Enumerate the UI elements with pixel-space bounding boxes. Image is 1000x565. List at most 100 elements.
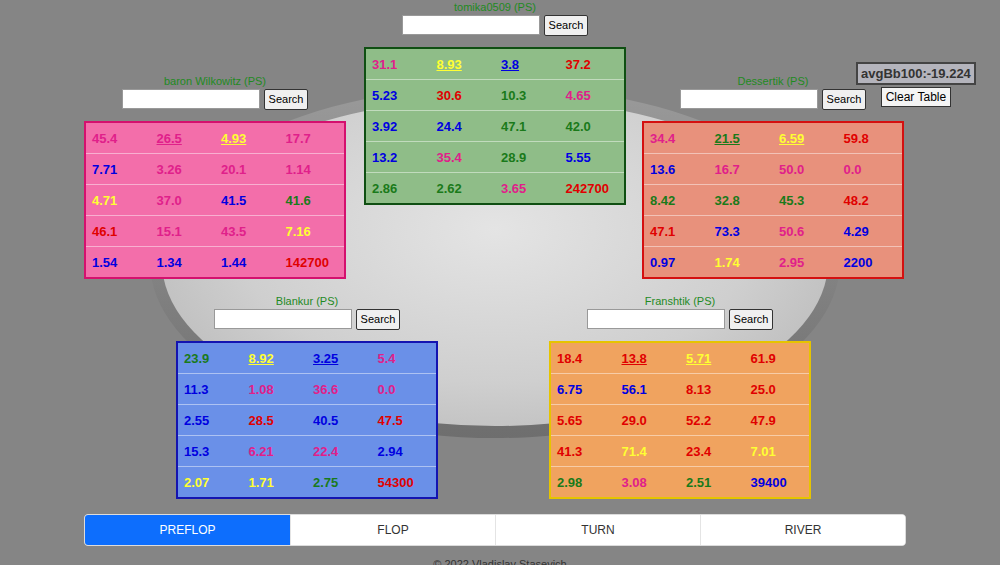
stat-value: 10.3 (495, 88, 560, 103)
stat-value: 11.3 (178, 382, 243, 397)
stat-value: 26.5 (151, 131, 216, 146)
stats-row: 2.5528.540.547.5 (178, 404, 436, 435)
stat-value: 54300 (372, 475, 437, 490)
search-input[interactable] (402, 15, 540, 35)
stat-value: 2.51 (680, 475, 745, 490)
stats-row: 41.371.423.47.01 (551, 435, 809, 466)
stat-value: 3.8 (495, 57, 560, 72)
stat-value: 37.2 (560, 57, 625, 72)
stat-value: 23.4 (680, 444, 745, 459)
search-button[interactable]: Search (356, 309, 401, 330)
stat-value: 3.08 (616, 475, 681, 490)
stat-value: 3.26 (151, 162, 216, 177)
stat-value: 2.98 (551, 475, 616, 490)
stat-value: 22.4 (307, 444, 372, 459)
stat-value: 46.1 (86, 224, 151, 239)
street-tab[interactable]: PREFLOP (85, 515, 290, 545)
player-name: Blankur (PS) (276, 294, 338, 308)
search-input[interactable] (214, 309, 352, 329)
search-button[interactable]: Search (544, 15, 589, 36)
stat-value: 3.25 (307, 351, 372, 366)
stat-value: 31.1 (366, 57, 431, 72)
stat-value: 15.3 (178, 444, 243, 459)
stats-row: 18.413.85.7161.9 (551, 343, 809, 373)
stat-value: 1.14 (280, 162, 345, 177)
stat-value: 45.3 (773, 193, 838, 208)
stat-value: 4.65 (560, 88, 625, 103)
stat-value: 242700 (560, 181, 625, 196)
stat-value: 23.9 (178, 351, 243, 366)
stat-value: 5.23 (366, 88, 431, 103)
stat-value: 8.93 (431, 57, 496, 72)
street-tab[interactable]: TURN (495, 515, 700, 545)
clear-table-button[interactable]: Clear Table (881, 87, 951, 107)
search-row: Search (587, 308, 774, 330)
stat-value: 1.34 (151, 255, 216, 270)
street-tabs: PREFLOPFLOPTURNRIVER (84, 514, 906, 546)
stat-value: 5.55 (560, 150, 625, 165)
stat-value: 6.59 (773, 131, 838, 146)
street-tab[interactable]: RIVER (700, 515, 905, 545)
stats-row: 2.983.082.5139400 (551, 466, 809, 497)
search-row: Search (402, 14, 589, 36)
stats-row: 13.235.428.95.55 (366, 141, 624, 172)
stats-panel: 45.426.54.9317.77.713.2620.11.144.7137.0… (84, 121, 346, 279)
stat-value: 4.93 (215, 131, 280, 146)
stat-value: 5.65 (551, 413, 616, 428)
stats-panel: 31.18.933.837.2 5.2330.610.34.653.9224.44… (364, 47, 626, 205)
stat-value: 32.8 (709, 193, 774, 208)
search-input[interactable] (587, 309, 725, 329)
stat-value: 15.1 (151, 224, 216, 239)
search-row: Search (680, 88, 867, 110)
stat-value: 59.8 (838, 131, 903, 146)
stat-value: 29.0 (616, 413, 681, 428)
stat-value: 1.44 (215, 255, 280, 270)
stat-value: 56.1 (616, 382, 681, 397)
stats-row: 3.9224.447.142.0 (366, 110, 624, 141)
stat-value: 6.21 (243, 444, 308, 459)
stat-value: 36.6 (307, 382, 372, 397)
player-seat: baron Wilkowitz (PS)Search45.426.54.9317… (84, 74, 346, 279)
stats-row: 1.541.341.44142700 (86, 246, 344, 277)
stat-value: 42.0 (560, 119, 625, 134)
stat-value: 2.94 (372, 444, 437, 459)
search-input[interactable] (680, 89, 818, 109)
search-input[interactable] (122, 89, 260, 109)
stats-panel: 23.98.923.255.411.31.0836.60.02.5528.540… (176, 341, 438, 499)
stat-value: 0.0 (372, 382, 437, 397)
stats-row: 47.173.350.64.29 (644, 215, 902, 246)
stats-row: 8.4232.845.348.2 (644, 184, 902, 215)
search-button[interactable]: Search (729, 309, 774, 330)
page: tomika0509 (PS)Search31.18.933.837.25.23… (0, 0, 1000, 565)
player-name: Dessertik (PS) (738, 74, 809, 88)
search-button[interactable]: Search (264, 89, 309, 110)
stats-row: 5.2330.610.34.65 (366, 79, 624, 110)
stat-value: 50.6 (773, 224, 838, 239)
stat-value: 4.71 (86, 193, 151, 208)
search-row: Search (122, 88, 309, 110)
stats-row: 5.6529.052.247.9 (551, 404, 809, 435)
stat-value: 7.16 (280, 224, 345, 239)
stat-value: 13.6 (644, 162, 709, 177)
stat-value: 5.71 (680, 351, 745, 366)
stats-row: 34.421.56.5959.8 (644, 123, 902, 153)
avg-bb100: avgBb100:-19.224 (856, 62, 976, 85)
search-button[interactable]: Search (822, 89, 867, 110)
stat-value: 0.0 (838, 162, 903, 177)
stat-value: 47.5 (372, 413, 437, 428)
stats-row: 2.862.623.65242700 (366, 172, 624, 203)
stats-row: 13.616.750.00.0 (644, 153, 902, 184)
stat-value: 142700 (280, 255, 345, 270)
stat-value: 0.97 (644, 255, 709, 270)
stats-row: 15.36.2122.42.94 (178, 435, 436, 466)
stat-value: 43.5 (215, 224, 280, 239)
player-name: Franshtik (PS) (645, 294, 715, 308)
search-row: Search (214, 308, 401, 330)
stats-row: 2.071.712.7554300 (178, 466, 436, 497)
street-tab[interactable]: FLOP (290, 515, 495, 545)
stat-value: 47.1 (644, 224, 709, 239)
stat-value: 18.4 (551, 351, 616, 366)
summary-box: avgBb100:-19.224Clear Table (856, 62, 976, 107)
stat-value: 16.7 (709, 162, 774, 177)
stat-value: 5.4 (372, 351, 437, 366)
